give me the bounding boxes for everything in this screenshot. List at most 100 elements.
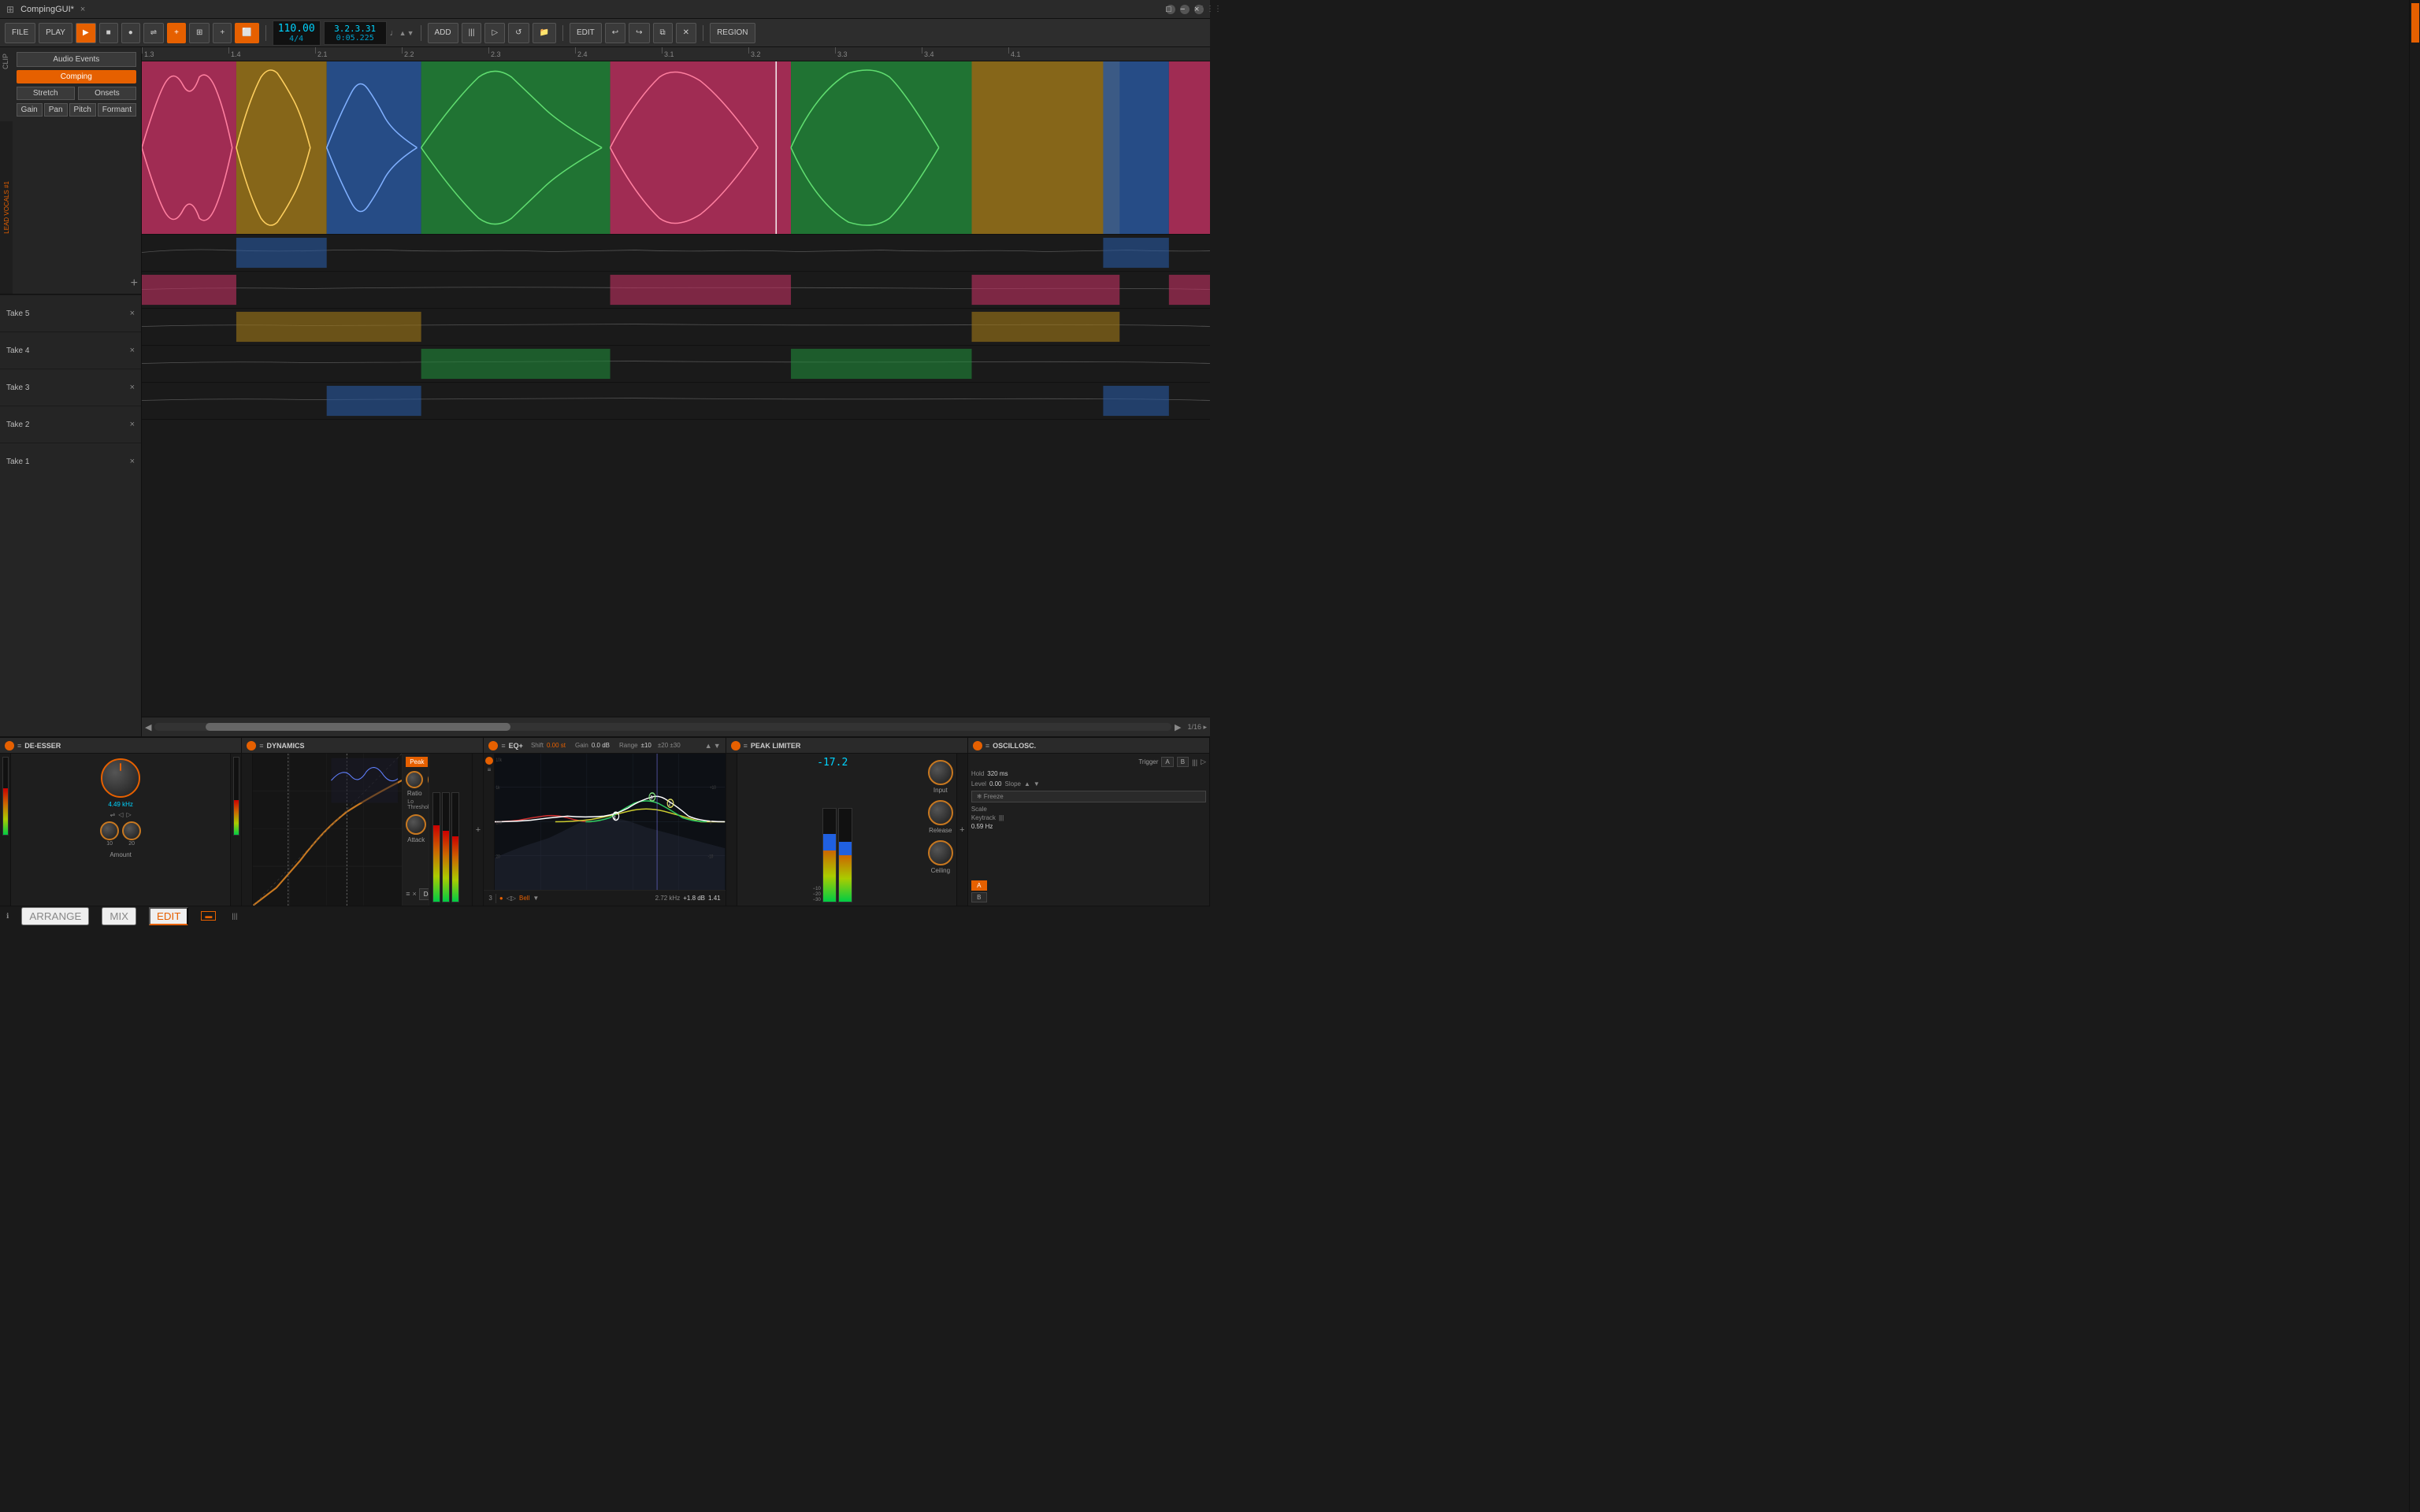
ruler-mark-3-1: 3.1 — [662, 47, 674, 61]
scrollbar-thumb[interactable] — [206, 723, 510, 731]
limiter-name: PEAK LIMITER — [751, 742, 801, 750]
scroll-left-icon[interactable]: ◀ — [145, 722, 151, 732]
tempo-value: 110.00 — [278, 23, 315, 35]
active-tool-button[interactable]: ⬜ — [235, 23, 258, 43]
slope-down-icon[interactable]: ▼ — [1034, 780, 1040, 788]
limiter-release-knob[interactable] — [928, 800, 953, 825]
onsets-button[interactable]: Onsets — [78, 87, 136, 100]
time-position: 0:05.225 — [329, 34, 381, 43]
add-marker-button[interactable]: + — [213, 23, 232, 43]
dynamics-icon: ≡ — [259, 742, 263, 750]
take-1-close[interactable]: × — [130, 457, 135, 466]
edit-button[interactable]: EDIT — [570, 23, 602, 43]
tab-close-icon[interactable]: × — [80, 5, 85, 14]
horizontal-scrollbar[interactable] — [154, 723, 1171, 731]
device-input-select[interactable]: Device Input — [419, 888, 429, 900]
ceiling-label: Ceiling — [931, 867, 950, 874]
take-2-track[interactable] — [142, 346, 1210, 383]
peak-button[interactable]: Peak — [406, 757, 428, 767]
eq-bell-label: Bell — [519, 895, 529, 902]
gain-button[interactable]: Gain — [17, 103, 43, 117]
osc-b-button[interactable]: B — [1177, 757, 1189, 767]
take-4-close[interactable]: × — [130, 346, 135, 355]
tempo-display[interactable]: 110.00 4/4 — [273, 20, 321, 46]
redo-button[interactable]: ↪ — [629, 23, 649, 43]
attack-knob[interactable] — [406, 814, 426, 835]
take-3-row: Take 3 × — [0, 369, 141, 406]
take-3-close[interactable]: × — [130, 383, 135, 392]
eq-listen-icon[interactable]: ◁▷ — [507, 895, 516, 902]
position-display[interactable]: 3.2.3.31 0:05.225 — [324, 21, 387, 45]
osc-a-button[interactable]: A — [1161, 757, 1173, 767]
add-track-button[interactable]: + — [167, 23, 186, 43]
take-4-track[interactable] — [142, 272, 1210, 309]
trigger-label: Trigger — [1138, 758, 1158, 765]
play-small-button[interactable]: ▷ — [484, 23, 505, 43]
delete-button[interactable]: ✕ — [676, 23, 696, 43]
osc-b-select[interactable]: B — [971, 892, 987, 902]
take-5-track[interactable] — [142, 235, 1210, 272]
folder-button[interactable]: 📁 — [533, 23, 556, 43]
arrange-tab[interactable]: ARRANGE — [21, 907, 89, 925]
eq-power[interactable] — [488, 741, 498, 750]
formant-button[interactable]: Formant — [98, 103, 136, 117]
dynamics-name: DYNAMICS — [266, 742, 304, 750]
slope-up-icon[interactable]: ▲ — [1024, 780, 1030, 788]
comp-track[interactable] — [142, 61, 1210, 235]
info-icon: ℹ — [6, 912, 9, 921]
input-knob[interactable] — [928, 760, 953, 785]
de-esser-freq-knob[interactable] — [101, 758, 140, 798]
limiter-add-icon[interactable]: + — [959, 825, 964, 835]
svg-text:100: 100 — [496, 821, 503, 826]
eq-dropdown-icon[interactable]: ▼ — [533, 895, 539, 902]
dynamics-add-icon[interactable]: + — [476, 825, 481, 835]
list-view-icon[interactable]: ||| — [228, 912, 240, 920]
file-button[interactable]: FILE — [5, 23, 35, 43]
copy-button[interactable]: ⧉ — [653, 23, 673, 43]
take-2-close[interactable]: × — [130, 420, 135, 429]
ratio1-knob[interactable] — [406, 771, 423, 788]
eq-display[interactable]: 4 5 2 10k 1k 100 20 +10 0 -10 — [495, 754, 725, 890]
de-esser-knob-2[interactable] — [122, 821, 141, 840]
main-toolbar: FILE PLAY ▶ ■ ● ⇌ + ⊞ + ⬜ 110.00 4/4 3.2… — [0, 19, 1210, 47]
limiter-power[interactable] — [731, 741, 740, 750]
record-button[interactable]: ● — [121, 23, 140, 43]
add-button[interactable]: ADD — [428, 23, 458, 43]
audio-events-button[interactable]: Audio Events — [17, 52, 136, 67]
take-1-track[interactable] — [142, 383, 1210, 420]
de-esser-knob-1[interactable] — [100, 821, 119, 840]
comping-button[interactable]: Comping — [17, 70, 136, 83]
de-esser-power[interactable] — [5, 741, 14, 750]
dynamics-power[interactable] — [247, 741, 256, 750]
osc-a-select[interactable]: A — [971, 880, 987, 891]
stop-button[interactable]: ■ — [99, 23, 118, 43]
mix-tab[interactable]: MIX — [102, 907, 136, 925]
play-button[interactable]: ▶ — [76, 23, 96, 43]
add-track-icon[interactable]: + — [131, 276, 138, 291]
undo-button[interactable]: ↩ — [605, 23, 625, 43]
ceiling-knob[interactable] — [928, 840, 953, 865]
window-minimize[interactable]: − — [1180, 5, 1190, 14]
scroll-right-icon[interactable]: ▶ — [1175, 722, 1181, 732]
pitch-button[interactable]: Pitch — [69, 103, 96, 117]
take-3-track[interactable] — [142, 309, 1210, 346]
return-button[interactable]: ↺ — [508, 23, 529, 43]
comp-button[interactable]: ⊞ — [189, 23, 210, 43]
take-5-close[interactable]: × — [130, 309, 135, 318]
pan-button[interactable]: Pan — [44, 103, 68, 117]
play-label-button[interactable]: PLAY — [39, 23, 72, 43]
eq-power-2[interactable] — [485, 757, 493, 765]
freeze-button[interactable]: ❄ Freeze — [971, 791, 1206, 802]
track-view-icon[interactable]: ▬ — [201, 911, 216, 921]
osc-power[interactable] — [973, 741, 982, 750]
loop-button[interactable]: ⇌ — [143, 23, 164, 43]
region-button[interactable]: REGION — [710, 23, 755, 43]
edit-tab[interactable]: EDIT — [149, 907, 188, 925]
dyn-vu-2 — [442, 792, 450, 902]
eq-band-power[interactable]: ● — [499, 895, 503, 902]
stretch-button[interactable]: Stretch — [17, 87, 75, 100]
bars-button[interactable]: ||| — [462, 23, 482, 43]
window-restore[interactable]: □ — [1166, 5, 1175, 14]
range-label: Range — [619, 742, 638, 749]
ruler-mark-1-3: 1.3 — [142, 47, 154, 61]
